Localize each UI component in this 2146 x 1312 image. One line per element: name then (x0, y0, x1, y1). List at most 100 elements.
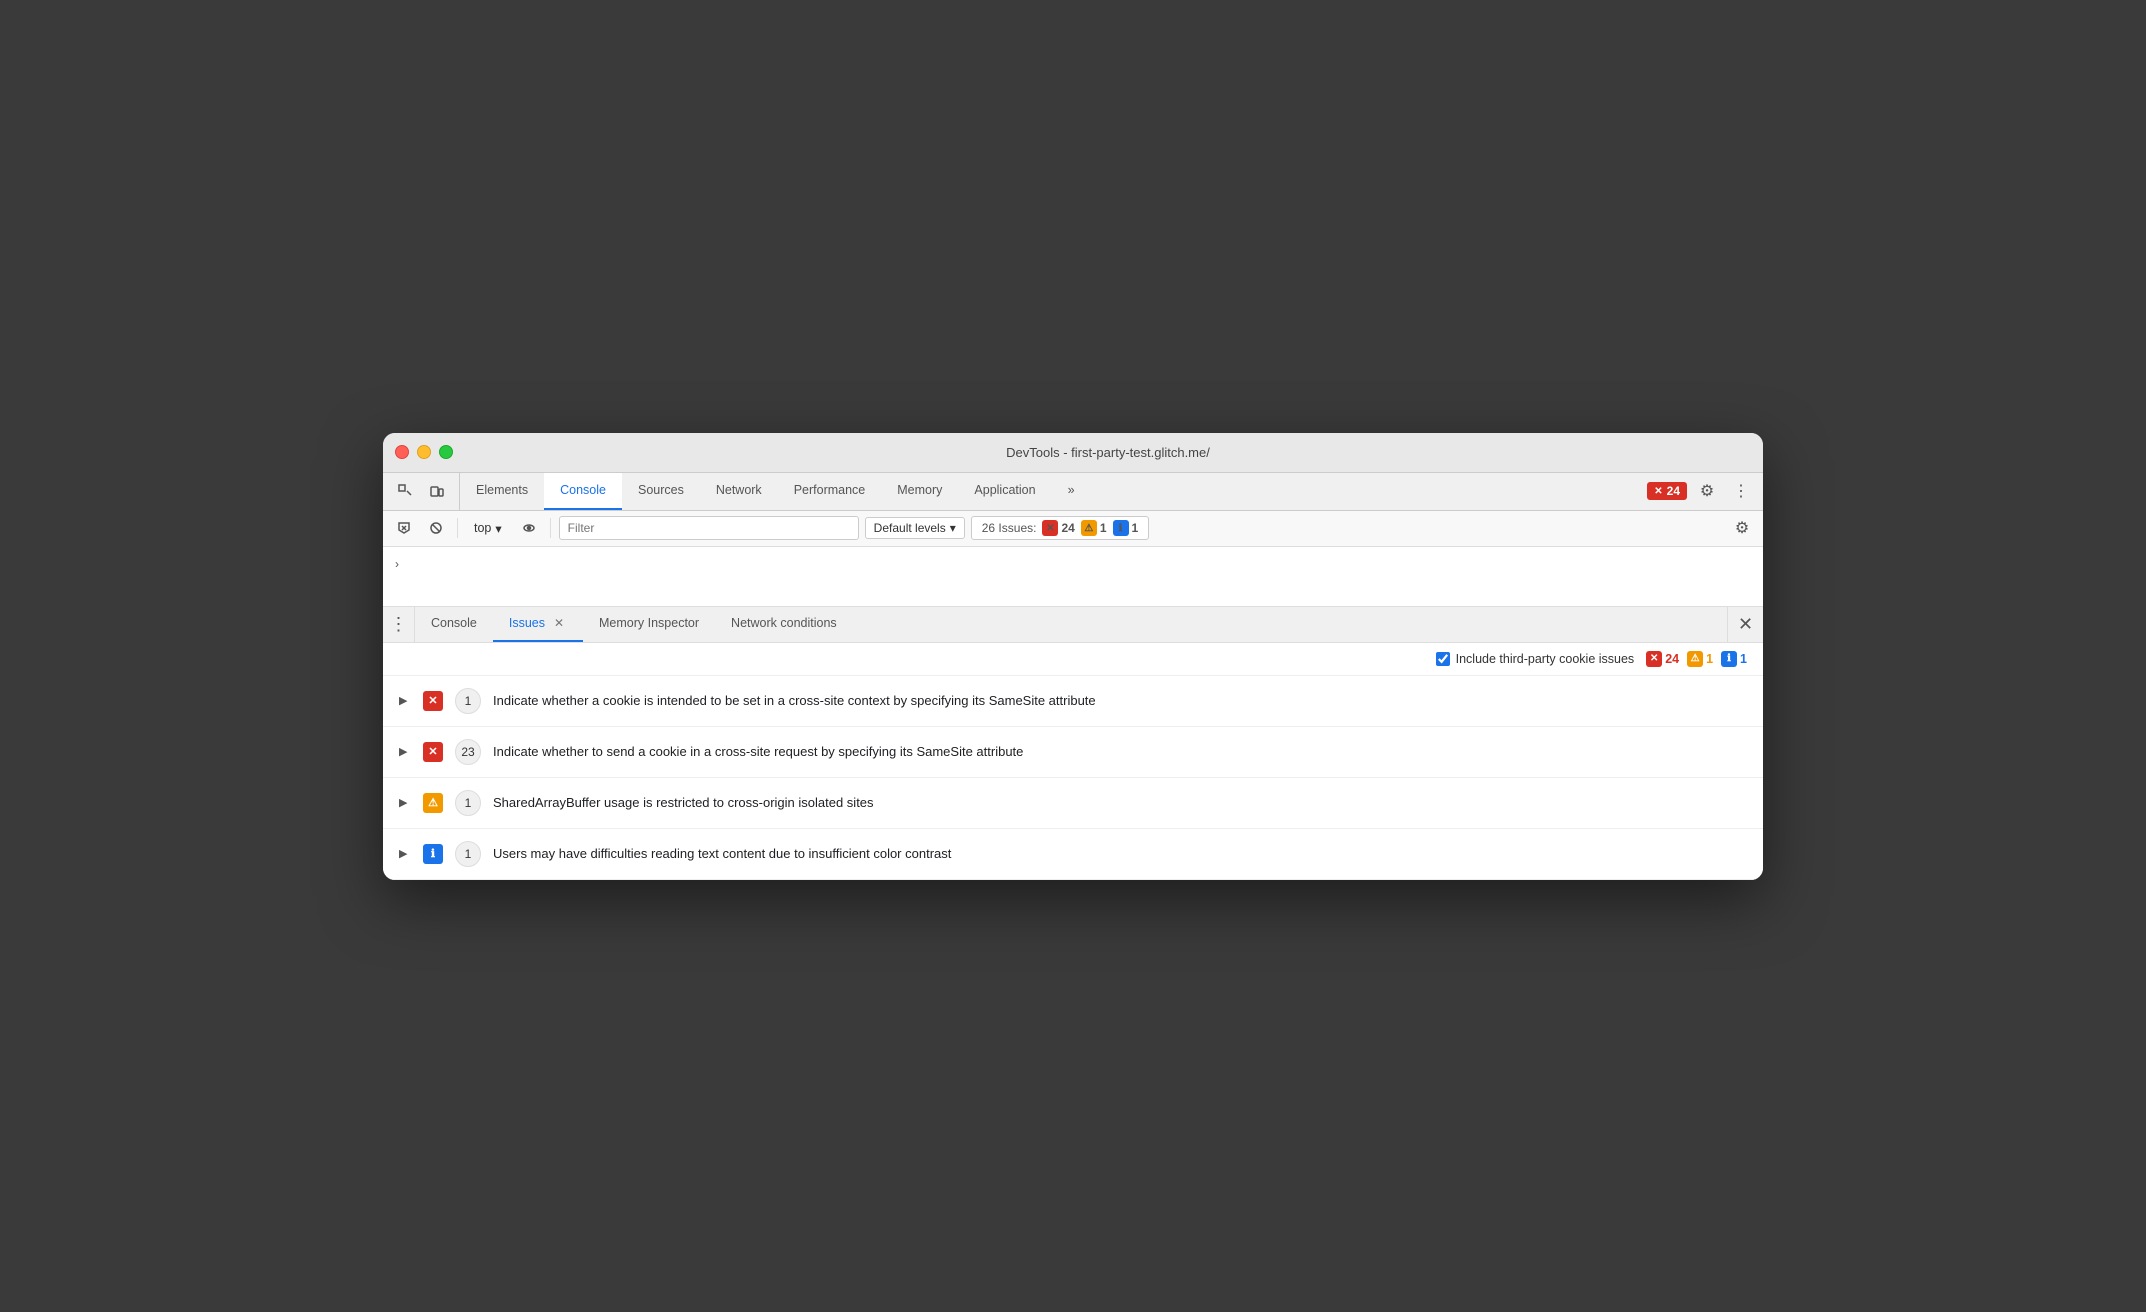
block-icon-button[interactable] (423, 515, 449, 541)
drawer-header: ⋮ Console Issues ✕ Memory Inspector Netw… (383, 607, 1763, 643)
issues-red-group: ✕ 24 (1042, 520, 1074, 536)
issue-text: SharedArrayBuffer usage is restricted to… (493, 795, 874, 810)
summary-blue: ℹ 1 (1721, 651, 1747, 667)
issues-toolbar: Include third-party cookie issues ✕ 24 ⚠… (383, 643, 1763, 676)
issues-yellow-group: ⚠ 1 (1081, 520, 1107, 536)
summary-yellow-count: 1 (1706, 652, 1713, 666)
error-count-badge[interactable]: ✕ 24 (1647, 482, 1687, 500)
issues-blue-group: ℹ 1 (1113, 520, 1139, 536)
issue-expand-icon[interactable]: ▶ (399, 745, 411, 758)
issue-text: Indicate whether to send a cookie in a c… (493, 744, 1023, 759)
issues-info-icon: ℹ (1113, 520, 1129, 536)
issue-count-badge: 23 (455, 739, 481, 765)
tab-performance[interactable]: Performance (778, 473, 882, 510)
issue-type-icon: ✕ (423, 691, 443, 711)
issue-type-icon: ⚠ (423, 793, 443, 813)
issue-type-icon: ✕ (423, 742, 443, 762)
gear-icon: ⚙ (1700, 481, 1714, 501)
badge-icon-x: ✕ (1654, 486, 1662, 497)
issues-count-button[interactable]: 26 Issues: ✕ 24 ⚠ 1 ℹ 1 (971, 516, 1149, 540)
traffic-lights (395, 445, 453, 459)
console-chevron[interactable]: › (395, 557, 399, 571)
tab-console[interactable]: Console (544, 473, 622, 510)
issues-red-count: 24 (1061, 521, 1074, 535)
drawer-tab-memory-inspector[interactable]: Memory Inspector (583, 607, 715, 642)
summary-info-icon: ℹ (1721, 651, 1737, 667)
issues-yellow-count: 1 (1100, 521, 1107, 535)
chevron-down-icon: ▾ (950, 521, 956, 535)
third-party-label: Include third-party cookie issues (1456, 652, 1635, 666)
issues-warning-icon: ⚠ (1081, 520, 1097, 536)
more-options-button[interactable]: ⋮ (1727, 477, 1755, 505)
settings-gear-icon: ⚙ (1735, 518, 1749, 538)
close-button[interactable] (395, 445, 409, 459)
third-party-checkbox-label[interactable]: Include third-party cookie issues (1436, 652, 1635, 666)
separator-2 (550, 518, 551, 538)
nav-right-controls: ✕ 24 ⚙ ⋮ (1639, 473, 1763, 510)
drawer-issues-label: Issues (509, 616, 545, 630)
drawer-tab-console[interactable]: Console (415, 607, 493, 642)
tab-elements[interactable]: Elements (460, 473, 544, 510)
levels-label: Default levels (874, 521, 946, 535)
issues-error-icon: ✕ (1042, 520, 1058, 536)
context-dropdown-icon: ▾ (495, 521, 501, 536)
drawer-console-label: Console (431, 616, 477, 630)
close-drawer-button[interactable]: ✕ (1727, 607, 1763, 642)
log-levels-dropdown[interactable]: Default levels ▾ (865, 517, 965, 539)
summary-warning-icon: ⚠ (1687, 651, 1703, 667)
summary-error-icon: ✕ (1646, 651, 1662, 667)
filter-input[interactable] (559, 516, 859, 540)
maximize-button[interactable] (439, 445, 453, 459)
issue-row[interactable]: ▶ ✕ 1 Indicate whether a cookie is inten… (383, 676, 1763, 727)
minimize-button[interactable] (417, 445, 431, 459)
device-toolbar-button[interactable] (423, 477, 451, 505)
third-party-checkbox[interactable] (1436, 652, 1450, 666)
issue-count-badge: 1 (455, 790, 481, 816)
issue-type-icon: ℹ (423, 844, 443, 864)
summary-red: ✕ 24 (1646, 651, 1679, 667)
summary-yellow: ⚠ 1 (1687, 651, 1713, 667)
drawer-network-label: Network conditions (731, 616, 837, 630)
console-settings-button[interactable]: ⚙ (1729, 515, 1755, 541)
three-dots-icon: ⋮ (390, 614, 408, 635)
close-icon: ✕ (1738, 614, 1753, 635)
clear-console-button[interactable] (391, 515, 417, 541)
devtools-nav: Elements Console Sources Network Perform… (383, 473, 1763, 511)
issue-expand-icon[interactable]: ▶ (399, 796, 411, 809)
context-label: top (474, 521, 491, 535)
tab-application[interactable]: Application (958, 473, 1051, 510)
issues-summary-counts: ✕ 24 ⚠ 1 ℹ 1 (1646, 651, 1747, 667)
eye-icon-button[interactable] (516, 515, 542, 541)
issue-text: Indicate whether a cookie is intended to… (493, 693, 1096, 708)
tab-sources[interactable]: Sources (622, 473, 700, 510)
tab-network[interactable]: Network (700, 473, 778, 510)
title-bar: DevTools - first-party-test.glitch.me/ (383, 433, 1763, 473)
devtools-window: DevTools - first-party-test.glitch.me/ E… (383, 433, 1763, 880)
tab-memory[interactable]: Memory (881, 473, 958, 510)
issue-row[interactable]: ▶ ℹ 1 Users may have difficulties readin… (383, 829, 1763, 880)
issue-text: Users may have difficulties reading text… (493, 846, 951, 861)
separator-1 (457, 518, 458, 538)
issue-row[interactable]: ▶ ⚠ 1 SharedArrayBuffer usage is restric… (383, 778, 1763, 829)
summary-blue-count: 1 (1740, 652, 1747, 666)
drawer-tab-issues[interactable]: Issues ✕ (493, 607, 583, 642)
error-count: 24 (1667, 484, 1680, 498)
summary-red-count: 24 (1665, 652, 1679, 666)
drawer-tab-network-conditions[interactable]: Network conditions (715, 607, 853, 642)
window-title: DevTools - first-party-test.glitch.me/ (465, 445, 1751, 460)
drawer-tabs: Console Issues ✕ Memory Inspector Networ… (415, 607, 1727, 642)
issues-blue-count: 1 (1132, 521, 1139, 535)
nav-left-icons (383, 473, 460, 510)
issue-expand-icon[interactable]: ▶ (399, 847, 411, 860)
issue-row[interactable]: ▶ ✕ 23 Indicate whether to send a cookie… (383, 727, 1763, 778)
issue-count-badge: 1 (455, 841, 481, 867)
issue-expand-icon[interactable]: ▶ (399, 694, 411, 707)
close-issues-tab-button[interactable]: ✕ (551, 615, 567, 631)
drawer-menu-button[interactable]: ⋮ (383, 607, 415, 642)
settings-button[interactable]: ⚙ (1693, 477, 1721, 505)
ellipsis-icon: ⋮ (1733, 481, 1749, 501)
drawer-memory-label: Memory Inspector (599, 616, 699, 630)
tab-more[interactable]: » (1052, 473, 1091, 510)
context-selector[interactable]: top ▾ (466, 518, 510, 539)
inspect-element-button[interactable] (391, 477, 419, 505)
